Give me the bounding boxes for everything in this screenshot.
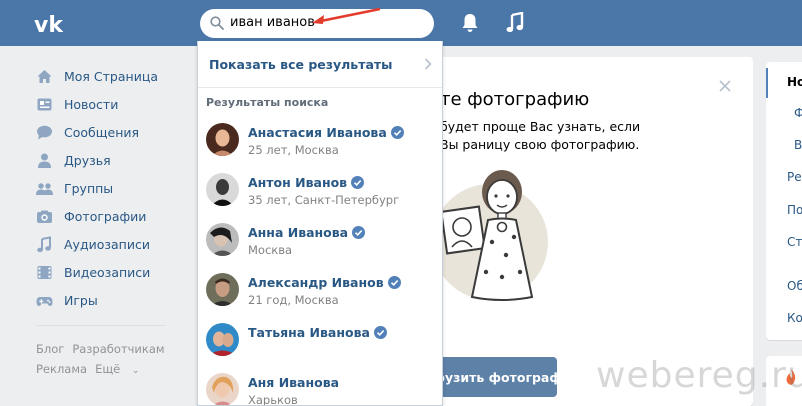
verified-check-icon xyxy=(352,226,366,239)
verified-check-icon xyxy=(373,326,387,339)
result-info: 21 год, Москва xyxy=(248,293,339,307)
menu-item-news[interactable]: Новости xyxy=(36,90,196,118)
news-icon xyxy=(36,96,53,113)
right-menu-item-photos[interactable]: Ф xyxy=(794,106,802,120)
card-title: те фотографию xyxy=(440,89,590,110)
menu-item-friends[interactable]: Друзья xyxy=(36,146,196,174)
verified-check-icon xyxy=(351,176,365,189)
vk-logo-icon[interactable]: vk xyxy=(34,10,72,36)
menu-label: Игры xyxy=(64,292,98,308)
close-icon[interactable] xyxy=(718,79,732,93)
svg-text:vk: vk xyxy=(34,13,64,36)
search-result-item[interactable]: Анастасия Иванова 25 лет, Москва xyxy=(198,123,442,173)
avatar xyxy=(206,123,239,156)
search-input[interactable]: иван иванов xyxy=(230,15,315,30)
notifications-bell-icon[interactable] xyxy=(461,13,479,33)
footer-link-more[interactable]: Ещё ⌄ xyxy=(95,362,147,376)
search-result-item[interactable]: Татьяна Иванова xyxy=(198,323,442,373)
avatar xyxy=(206,323,239,356)
chevron-down-icon: ⌄ xyxy=(131,366,140,376)
red-arrow-annotation xyxy=(312,7,381,24)
verified-check-icon xyxy=(390,126,404,139)
add-photo-card: те фотографию будет проще Вас узнать, ес… xyxy=(420,57,753,406)
photos-icon xyxy=(36,208,53,225)
groups-icon xyxy=(36,180,53,197)
top-bar: vk иван иванов xyxy=(0,0,802,46)
footer-link-blog[interactable]: Блог xyxy=(36,342,64,356)
messages-icon xyxy=(36,124,53,141)
search-icon xyxy=(210,16,224,30)
search-result-item[interactable]: Аня Иванова Харьков xyxy=(198,373,442,406)
footer-links: Блог Разработчикам Реклама Ещё ⌄ xyxy=(36,339,186,381)
menu-item-audio[interactable]: Аудиозаписи xyxy=(36,230,196,258)
result-info: 35 лет, Санкт-Петербург xyxy=(248,193,400,207)
menu-label: Аудиозаписи xyxy=(64,236,150,252)
avatar xyxy=(206,173,239,206)
results-title: Результаты поиска xyxy=(206,96,329,109)
avatar xyxy=(206,223,239,256)
friends-icon xyxy=(36,152,53,169)
audio-icon xyxy=(36,235,53,253)
footer-link-ads[interactable]: Реклама xyxy=(36,362,87,376)
menu-item-groups[interactable]: Группы xyxy=(36,174,196,202)
woman-with-photo-illustration xyxy=(440,170,548,301)
right-menu-item-news[interactable]: Но xyxy=(787,75,802,89)
result-info: Харьков xyxy=(248,393,298,406)
show-all-results-link[interactable]: Показать все результаты xyxy=(198,41,442,88)
left-menu: Моя Страница Новости Сообщения Друзья Гр… xyxy=(36,62,196,381)
show-all-label: Показать все результаты xyxy=(209,56,393,72)
video-icon xyxy=(36,264,53,281)
result-name: Татьяна Иванова xyxy=(248,325,370,340)
music-note-icon[interactable] xyxy=(506,12,524,34)
menu-divider xyxy=(36,325,166,326)
result-name: Александр Иванов xyxy=(248,275,384,290)
avatar xyxy=(206,273,239,306)
menu-label: Группы xyxy=(64,180,114,196)
result-name: Анна Иванова xyxy=(248,225,349,240)
footer-link-more-label: Ещё xyxy=(95,362,121,376)
right-menu-item-articles[interactable]: Ст xyxy=(787,235,802,249)
result-name: Антон Иванов xyxy=(248,175,348,190)
menu-label: Новости xyxy=(64,96,119,112)
chevron-right-icon xyxy=(424,58,432,70)
menu-label: Фотографии xyxy=(64,208,147,224)
menu-item-video[interactable]: Видеозаписи xyxy=(36,258,196,286)
search-result-item[interactable]: Александр Иванов 21 год, Москва xyxy=(198,273,442,323)
right-menu-item-search[interactable]: По xyxy=(787,203,802,217)
result-info: 25 лет, Москва xyxy=(248,143,339,157)
menu-label: Сообщения xyxy=(64,124,140,140)
result-name: Анастасия Иванова xyxy=(248,125,387,140)
right-column-menu: Но Ф В Ре По Ст Об Ко xyxy=(766,62,802,340)
menu-label: Видеозаписи xyxy=(64,264,151,280)
right-menu-item-recommendations[interactable]: Ре xyxy=(787,170,802,184)
menu-label: Моя Страница xyxy=(64,68,158,84)
right-menu-item-updates[interactable]: Об xyxy=(787,279,802,293)
menu-label: Друзья xyxy=(64,152,111,168)
watermark: webereg.ru xyxy=(596,355,802,396)
result-name: Аня Иванова xyxy=(248,375,340,390)
search-dropdown: Показать все результаты Результаты поиск… xyxy=(197,41,443,406)
right-menu-item-comments[interactable]: Ко xyxy=(787,311,802,325)
result-info: Москва xyxy=(248,243,293,257)
avatar xyxy=(206,373,239,405)
menu-item-games[interactable]: Игры xyxy=(36,286,196,314)
active-indicator xyxy=(766,68,768,98)
games-icon xyxy=(36,292,53,309)
search-result-item[interactable]: Антон Иванов 35 лет, Санкт-Петербург xyxy=(198,173,442,223)
menu-item-my-page[interactable]: Моя Страница xyxy=(36,62,196,90)
right-menu-item-videos[interactable]: В xyxy=(794,138,802,152)
menu-item-photos[interactable]: Фотографии xyxy=(36,202,196,230)
verified-check-icon xyxy=(387,276,401,289)
home-icon xyxy=(36,68,53,85)
menu-item-messages[interactable]: Сообщения xyxy=(36,118,196,146)
search-result-item[interactable]: Анна Иванова Москва xyxy=(198,223,442,273)
footer-link-developers[interactable]: Разработчикам xyxy=(72,342,164,356)
